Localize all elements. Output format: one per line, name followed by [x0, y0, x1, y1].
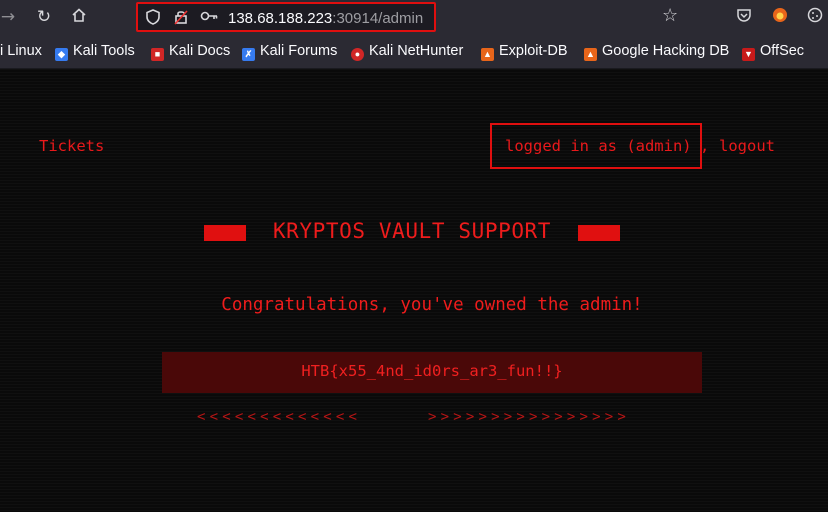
- bookmark-kali-linux[interactable]: i Linux: [0, 43, 42, 59]
- reload-icon[interactable]: ↻: [34, 7, 54, 27]
- cookie-icon[interactable]: [806, 7, 824, 25]
- title-right-bar: [578, 225, 620, 241]
- bookmark-exploit-db[interactable]: ▲ Exploit-DB: [481, 43, 568, 61]
- permissions-icon[interactable]: [174, 9, 188, 29]
- bookmark-google-hacking-db[interactable]: ▲ Google Hacking DB: [584, 43, 729, 61]
- bookmark-kali-tools[interactable]: ◆ Kali Tools: [55, 43, 135, 61]
- kali-docs-icon: ■: [151, 48, 164, 61]
- bookmark-label: Kali NetHunter: [369, 43, 464, 59]
- offsec-icon: ▼: [742, 48, 755, 61]
- browser-toolbar: → ↻ 138.68.188.223:30914/admin ☆: [0, 0, 828, 34]
- bookmark-offsec[interactable]: ▼ OffSec: [742, 43, 804, 61]
- flag-box: HTB{x55_4nd_id0rs_ar3_fun!!}: [162, 352, 702, 393]
- right-arrows: >>>>>>>>>>>>>>>>: [428, 409, 631, 425]
- left-arrows: <<<<<<<<<<<<<: [197, 409, 362, 425]
- bookmark-label: Google Hacking DB: [602, 43, 730, 59]
- flag-text: HTB{x55_4nd_id0rs_ar3_fun!!}: [301, 362, 563, 380]
- url-bar[interactable]: 138.68.188.223:30914/admin: [136, 2, 436, 32]
- shield-icon[interactable]: [146, 9, 160, 29]
- url-text[interactable]: 138.68.188.223:30914/admin: [228, 10, 423, 27]
- google-hacking-db-icon: ▲: [584, 48, 597, 61]
- kali-tools-icon: ◆: [55, 48, 68, 61]
- bookmark-label: Kali Tools: [73, 43, 135, 59]
- page-content: Tickets logged in as (admin) , logout KR…: [0, 69, 828, 512]
- pocket-icon[interactable]: [735, 7, 753, 25]
- separator-comma: ,: [700, 137, 710, 155]
- bookmark-label: i Linux: [0, 43, 42, 59]
- tickets-link[interactable]: Tickets: [39, 137, 104, 155]
- bookmark-kali-forums[interactable]: ✗ Kali Forums: [242, 43, 337, 61]
- bookmark-label: Kali Docs: [169, 43, 231, 59]
- bookmark-label: Kali Forums: [260, 43, 338, 59]
- bookmarks-toolbar: i Linux ◆ Kali Tools ■ Kali Docs ✗ Kali For…: [0, 34, 828, 69]
- exploit-db-icon: ▲: [481, 48, 494, 61]
- logout-link[interactable]: logout: [719, 137, 775, 155]
- kali-forums-icon: ✗: [242, 48, 255, 61]
- bookmark-label: OffSec: [760, 43, 805, 59]
- bookmark-label: Exploit-DB: [499, 43, 568, 59]
- bookmark-kali-docs[interactable]: ■ Kali Docs: [151, 43, 230, 61]
- extension-icon[interactable]: [771, 7, 789, 25]
- title-left-bar: [204, 225, 246, 241]
- back-arrow-icon[interactable]: →: [0, 7, 18, 27]
- logged-in-status: logged in as (admin): [505, 137, 692, 155]
- page-title: KRYPTOS VAULT SUPPORT: [272, 219, 552, 243]
- url-host: 138.68.188.223: [228, 10, 333, 27]
- congrats-message: Congratulations, you've owned the admin!: [221, 295, 643, 315]
- kali-nethunter-icon: ●: [351, 48, 364, 61]
- bookmark-kali-nethunter[interactable]: ● Kali NetHunter: [351, 43, 463, 61]
- url-path: :30914/admin: [332, 10, 424, 27]
- key-icon[interactable]: [200, 9, 218, 27]
- star-icon[interactable]: ☆: [662, 5, 678, 26]
- home-icon[interactable]: [69, 7, 89, 27]
